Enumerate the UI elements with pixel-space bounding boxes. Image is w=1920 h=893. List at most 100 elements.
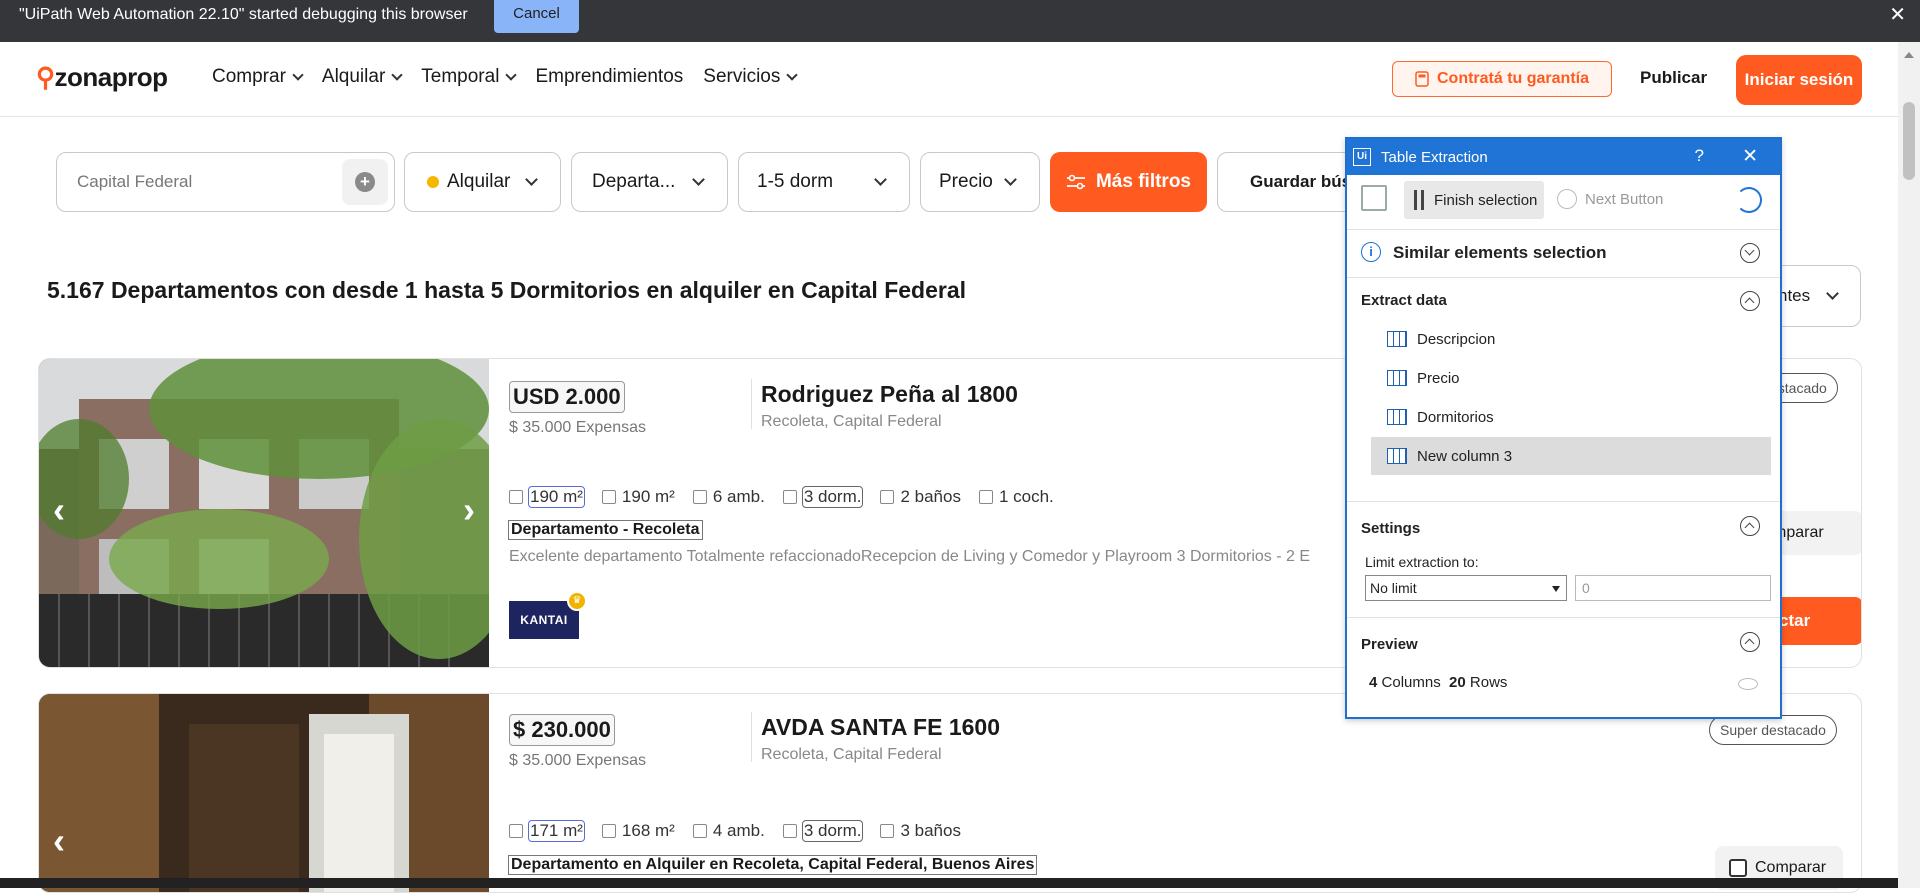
refresh-icon[interactable]: [1736, 187, 1762, 213]
area-icon: [509, 490, 523, 504]
chevron-down-icon: [505, 68, 518, 81]
feature-value: 3 dorm.: [801, 820, 864, 842]
publicar-link[interactable]: Publicar: [1640, 68, 1707, 88]
rooms-select[interactable]: 1-5 dorm: [738, 152, 910, 212]
limit-number-input[interactable]: 0: [1575, 575, 1771, 601]
chevron-down-icon: [525, 173, 538, 186]
chevron-down-icon: [292, 68, 304, 81]
property-type-select[interactable]: Departa...: [571, 152, 728, 212]
next-button[interactable]: Next Button: [1557, 189, 1663, 209]
chevron-up-icon[interactable]: [1740, 516, 1760, 536]
nav-temporal[interactable]: Temporal: [421, 66, 518, 88]
nav-label: Temporal: [421, 66, 500, 87]
nav-label: Emprendimientos: [535, 66, 684, 87]
rows-word: Rows: [1469, 674, 1508, 691]
covered-area-icon: [601, 490, 616, 504]
table-column-icon: [1387, 409, 1407, 425]
logo-text: zonaprop: [54, 62, 169, 92]
nav-label: Servicios: [703, 66, 781, 87]
close-icon[interactable]: ✕: [1889, 2, 1906, 27]
chevron-up-icon[interactable]: [1740, 291, 1760, 311]
add-location-button[interactable]: +: [342, 159, 388, 205]
listing-address[interactable]: AVDA SANTA FE 1600: [761, 714, 1000, 741]
location-search-input[interactable]: Capital Federal +: [56, 152, 395, 212]
feature-bedrooms: 3 dorm.: [782, 486, 864, 508]
chevron-down-icon: [1004, 173, 1017, 186]
rows-count: 20: [1449, 674, 1466, 691]
car-icon: [978, 490, 993, 504]
target-icon: [1557, 189, 1577, 209]
save-icon[interactable]: [1361, 185, 1387, 211]
column-item[interactable]: Descripcion: [1371, 320, 1771, 358]
listing-description: Excelente departamento Totalmente refacc…: [509, 548, 1310, 565]
scroll-up-icon[interactable]: [1904, 52, 1914, 58]
pause-icon: [1414, 190, 1424, 210]
listing-features: 171 m² 168 m² 4 amb. 3 dorm. 3 baños: [509, 820, 961, 842]
nav-alquilar[interactable]: Alquilar: [322, 66, 403, 88]
preview-summary: 4 Columns 20 Rows: [1369, 674, 1507, 691]
chevron-down-icon[interactable]: [1740, 243, 1760, 263]
property-type-label: Departa...: [592, 171, 676, 192]
uipath-logo-icon: Ui: [1353, 148, 1371, 166]
listing-address[interactable]: Rodriguez Peña al 1800: [761, 381, 1018, 408]
price-label: Precio: [939, 171, 993, 192]
logo-pin-icon: ⚲: [36, 62, 55, 92]
more-filters-button[interactable]: Más filtros: [1050, 152, 1207, 212]
limit-number: 0: [1582, 580, 1590, 596]
feature-value: 190 m²: [621, 487, 675, 506]
feature-covered-area: 168 m²: [601, 821, 675, 841]
results-title: 5.167 Departamentos con desde 1 hasta 5 …: [47, 277, 967, 303]
limit-select[interactable]: No limit: [1365, 575, 1567, 601]
table-column-icon: [1387, 448, 1407, 464]
eye-icon[interactable]: [1738, 678, 1758, 690]
feature-covered-area: 190 m²: [601, 487, 675, 507]
similar-elements-section[interactable]: i Similar elements selection: [1347, 229, 1780, 277]
filter-sliders-icon: [1066, 174, 1085, 190]
scroll-thumb[interactable]: [1903, 102, 1915, 180]
chevron-up-icon[interactable]: [1740, 632, 1760, 652]
panel-titlebar: Ui Table Extraction ? ✕: [1347, 139, 1780, 175]
listing-photo[interactable]: ‹ ›: [39, 359, 519, 667]
listing-photo[interactable]: ‹: [39, 694, 489, 892]
table-column-icon: [1387, 331, 1407, 347]
column-item[interactable]: New column 3: [1371, 437, 1771, 475]
garantia-label: Contratá tu garantía: [1436, 70, 1589, 87]
columns-count: 4: [1369, 674, 1378, 691]
listing-card[interactable]: ‹ $ 230.000 $ 35.000 Expensas AVDA SANTA…: [38, 693, 1862, 893]
finish-selection-button[interactable]: Finish selection: [1404, 181, 1544, 219]
section-title: Settings: [1361, 520, 1421, 537]
login-button[interactable]: Iniciar sesión: [1736, 55, 1862, 105]
next-photo-icon[interactable]: ›: [463, 489, 475, 531]
nav-servicios[interactable]: Servicios: [703, 66, 799, 88]
listing-location: Recoleta, Capital Federal: [761, 413, 942, 430]
divider: [751, 379, 752, 429]
nav-comprar[interactable]: Comprar: [212, 66, 304, 88]
feature-total-area: 171 m²: [509, 820, 585, 842]
help-icon[interactable]: ?: [1695, 146, 1704, 166]
bath-icon: [880, 824, 895, 838]
listing-title[interactable]: Departamento - Recoleta: [508, 520, 703, 540]
column-item[interactable]: Dormitorios: [1371, 398, 1771, 436]
garantia-button[interactable]: Contratá tu garantía: [1392, 61, 1612, 97]
nav-emprendimientos[interactable]: Emprendimientos: [535, 66, 683, 88]
page-scrollbar[interactable]: [1898, 42, 1920, 888]
site-header: ⚲zonaprop Comprar Alquilar Temporal Empr…: [0, 42, 1898, 117]
feature-bathrooms: 2 baños: [880, 487, 961, 507]
prev-photo-icon[interactable]: ‹: [53, 489, 65, 531]
crown-badge-icon: ♛: [567, 591, 587, 611]
listing-expensas: $ 35.000 Expensas: [509, 752, 646, 769]
operation-label: Alquilar: [447, 171, 511, 192]
price-select[interactable]: Precio: [920, 152, 1040, 212]
cancel-debug-button[interactable]: Cancel: [494, 0, 579, 33]
divider: [751, 712, 752, 762]
chevron-down-icon: [786, 68, 799, 81]
listing-price: USD 2.000: [509, 381, 625, 413]
column-item[interactable]: Precio: [1371, 359, 1771, 397]
operation-select[interactable]: Alquilar: [404, 152, 561, 212]
listing-title[interactable]: Departamento en Alquiler en Recoleta, Ca…: [507, 855, 1038, 875]
bath-icon: [880, 490, 895, 504]
prev-photo-icon[interactable]: ‹: [53, 820, 65, 862]
close-icon[interactable]: ✕: [1742, 145, 1758, 168]
zonaprop-logo[interactable]: ⚲zonaprop: [36, 62, 168, 93]
checkbox-icon[interactable]: [1729, 859, 1747, 877]
